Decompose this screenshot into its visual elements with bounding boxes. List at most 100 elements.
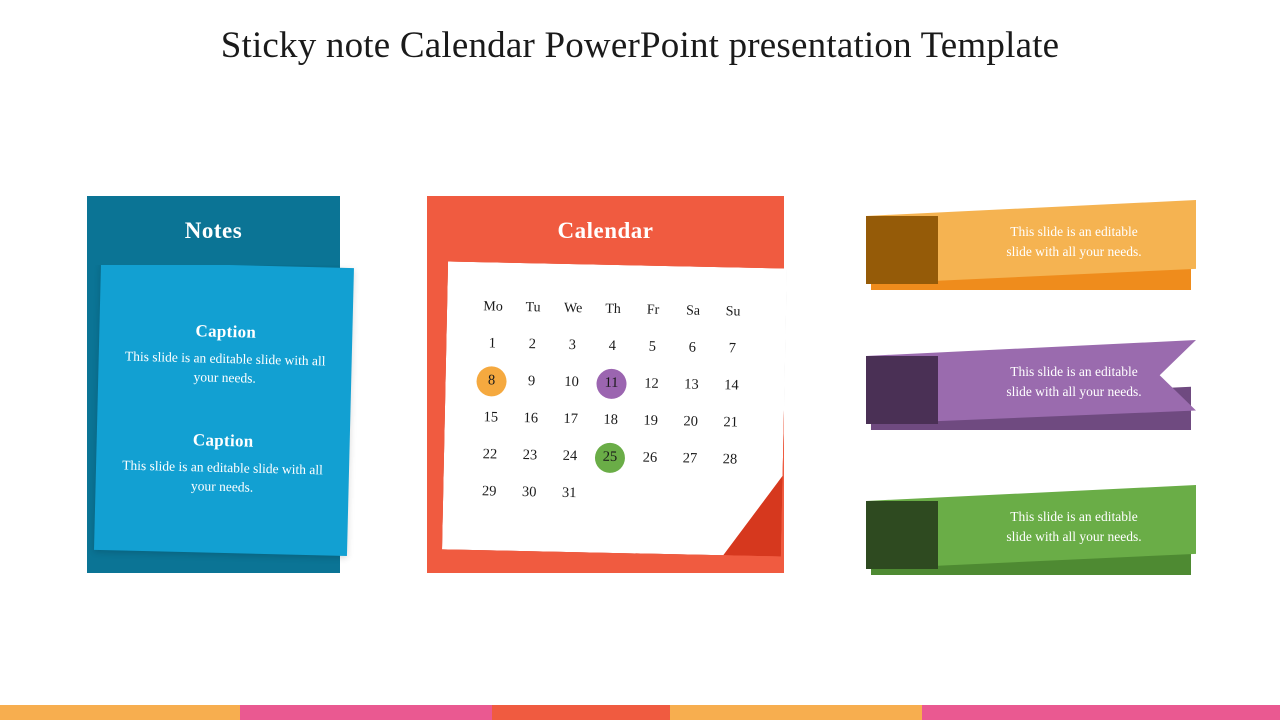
calendar-day-number: 15 [483,409,499,426]
notes-caption: Caption [192,430,254,451]
ribbon-banner-orange[interactable]: This slide is an editable slide with all… [866,200,1196,292]
ribbon-text: This slide is an editable slide with all… [952,200,1196,284]
calendar-day-number: 5 [648,338,657,355]
ribbon-text-line-1: This slide is an editable [1010,509,1138,525]
calendar-day-header: Tu [525,300,541,316]
calendar-day-cell[interactable]: 8 [471,362,512,400]
calendar-week-row: 8 9 10 11 12 13 14 [471,362,752,405]
notes-body-text: This slide is an editable slide with all… [124,348,326,386]
calendar-day-cell[interactable]: 23 [510,437,551,475]
calendar-header-band: Calendar [427,196,784,265]
calendar-sheet-wrapper: Mo Tu We Th Fr Sa Su 1 2 3 4 5 6 7 8 9 10 11 12 13 14… [442,261,787,556]
calendar-day-cell[interactable]: 28 [710,441,751,479]
ribbon-text-line-2: slide with all your needs. [1006,384,1142,399]
calendar-day-number: 12 [644,375,659,392]
calendar-day-number: 14 [724,377,739,394]
calendar-day-cell[interactable]: 5 [632,328,673,366]
bottom-strip-segment [492,705,670,720]
calendar-day-cell[interactable]: 6 [672,329,713,367]
calendar-week-row: 22 23 24 25 26 27 28 [470,436,751,479]
calendar-day-header: Fr [646,302,660,318]
calendar-day-cell[interactable]: 11 [591,364,632,402]
ribbon-tab [866,501,938,569]
calendar-day-number: 8 [487,372,496,389]
calendar-day-cell[interactable]: 29 [469,473,510,511]
calendar-day-cell[interactable]: 13 [671,366,712,404]
calendar-day-cell-empty [669,477,710,515]
calendar-day-number: 16 [523,410,539,427]
calendar-day-cell[interactable]: 30 [509,474,550,512]
calendar-day-header: Su [725,304,741,320]
calendar-day-cell[interactable]: 18 [590,401,631,439]
calendar-grid[interactable]: Mo Tu We Th Fr Sa Su 1 2 3 4 5 6 7 8 9 10 11 12 13 14… [469,288,754,516]
notes-card[interactable]: Caption This slide is an editable slide … [87,196,354,573]
calendar-day-number: 21 [723,414,739,431]
calendar-day-cell[interactable]: 9 [511,363,552,401]
calendar-day-number: 22 [482,446,498,463]
notes-block: Caption This slide is an editable slide … [113,428,332,499]
calendar-day-header: Th [605,301,622,318]
calendar-day-header: Mo [483,299,503,315]
calendar-day-number: 27 [682,450,698,467]
calendar-day-header: We [563,300,583,317]
calendar-day-cell-empty [629,476,670,514]
bottom-strip-segment [922,705,1280,720]
calendar-day-cell[interactable]: 16 [510,400,551,438]
bottom-strip-segment [240,705,492,720]
notes-card-sheet: Caption This slide is an editable slide … [94,261,354,557]
calendar-day-number: 7 [728,340,737,357]
calendar-day-number: 26 [642,449,658,466]
calendar-day-cell[interactable]: 15 [470,399,511,437]
calendar-day-cell[interactable]: 2 [512,326,553,364]
calendar-day-cell[interactable]: 24 [550,438,591,476]
calendar-day-number: 20 [683,413,699,430]
calendar-day-number: 28 [722,451,738,468]
calendar-day-cell[interactable]: 1 [472,325,513,363]
calendar-day-number: 19 [643,412,659,429]
calendar-day-cell[interactable]: 21 [710,404,751,442]
calendar-day-header-row: Mo Tu We Th Fr Sa Su [473,288,754,331]
ribbon-text: This slide is an editable slide with all… [952,485,1196,569]
calendar-day-number: 29 [481,483,497,500]
calendar-card[interactable]: Mo Tu We Th Fr Sa Su 1 2 3 4 5 6 7 8 9 10 11 12 13 14… [427,196,784,573]
calendar-day-cell-empty [589,475,630,513]
bottom-strip-segment [0,705,240,720]
ribbon-text-line-2: slide with all your needs. [1006,529,1142,544]
ribbon-text-line-2: slide with all your needs. [1006,244,1142,259]
calendar-day-number: 2 [528,336,537,353]
bottom-strip-segment [670,705,922,720]
calendar-day-cell[interactable]: 31 [549,475,590,513]
page-title: Sticky note Calendar PowerPoint presenta… [220,25,1060,66]
calendar-day-cell[interactable]: 17 [550,401,591,439]
bottom-color-strip [0,705,1280,720]
ribbon-tab [866,356,938,424]
calendar-day-cell[interactable]: 22 [470,436,511,474]
calendar-day-cell-empty [709,478,750,516]
notes-body-text: This slide is an editable slide with all… [122,457,324,495]
notes-block: Caption This slide is an editable slide … [116,319,335,390]
calendar-day-cell[interactable]: 20 [670,403,711,441]
calendar-day-number: 17 [563,410,579,428]
ribbon-banner-green[interactable]: This slide is an editable slide with all… [866,485,1196,577]
calendar-day-cell[interactable]: 12 [631,365,672,403]
calendar-day-cell[interactable]: 10 [551,364,592,402]
ribbon-text-line-1: This slide is an editable [1010,364,1138,380]
calendar-day-number: 6 [688,339,697,356]
calendar-day-cell[interactable]: 14 [711,367,752,405]
calendar-week-row: 15 16 17 18 19 20 21 [470,399,751,442]
calendar-day-number: 4 [608,337,617,354]
calendar-day-cell[interactable]: 26 [630,439,671,477]
notes-header-band: Notes [87,196,340,265]
calendar-day-cell[interactable]: 25 [590,438,631,476]
calendar-day-cell[interactable]: 19 [630,402,671,440]
ribbon-banner-purple[interactable]: This slide is an editable slide with all… [866,340,1196,432]
calendar-day-number: 30 [521,484,537,501]
calendar-day-number: 23 [522,447,538,464]
calendar-day-number: 24 [562,447,578,465]
calendar-day-cell[interactable]: 3 [552,327,593,365]
calendar-day-number: 10 [564,373,579,391]
calendar-day-cell[interactable]: 7 [712,330,753,368]
calendar-day-number: 9 [527,373,536,390]
calendar-day-cell[interactable]: 4 [592,327,633,365]
calendar-day-cell[interactable]: 27 [670,440,711,478]
